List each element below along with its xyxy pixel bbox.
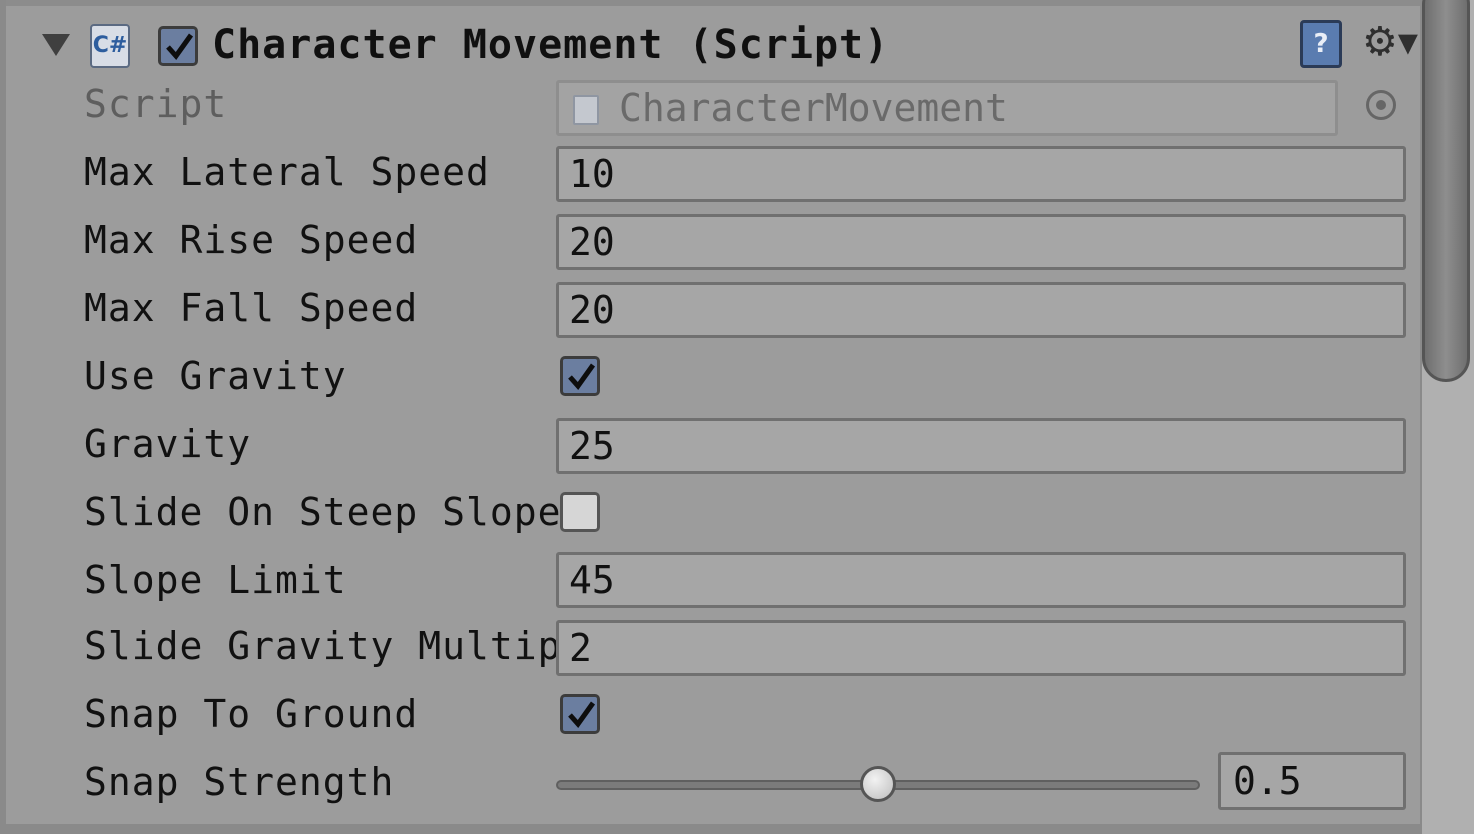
component-title: Character Movement (Script) bbox=[212, 22, 890, 68]
use-gravity-label: Use Gravity bbox=[84, 354, 347, 398]
snap-strength-input[interactable]: 0.5 bbox=[1218, 752, 1406, 810]
snap-strength-slider-handle[interactable] bbox=[860, 766, 896, 802]
checkmark-icon bbox=[568, 701, 596, 729]
script-value: CharacterMovement bbox=[619, 86, 1008, 130]
gear-icon[interactable]: ⚙▾ bbox=[1362, 20, 1418, 64]
help-book-icon[interactable]: ? bbox=[1300, 20, 1342, 68]
gravity-input[interactable]: 25 bbox=[556, 418, 1406, 474]
max-rise-speed-label: Max Rise Speed bbox=[84, 218, 419, 262]
snap-strength-label: Snap Strength bbox=[84, 760, 395, 804]
max-lateral-speed-label: Max Lateral Speed bbox=[84, 150, 490, 194]
scrollbar-thumb[interactable] bbox=[1422, 0, 1470, 382]
slope-limit-input[interactable]: 45 bbox=[556, 552, 1406, 608]
max-fall-speed-input[interactable]: 20 bbox=[556, 282, 1406, 338]
slide-on-steep-slope-checkbox[interactable] bbox=[560, 492, 600, 532]
object-picker-icon[interactable] bbox=[1366, 90, 1396, 120]
panel-top-border bbox=[6, 0, 1426, 6]
checkmark-icon bbox=[166, 33, 194, 61]
csharp-script-icon: C# bbox=[90, 24, 130, 68]
slide-gravity-multiplier-input[interactable]: 2 bbox=[556, 620, 1406, 676]
script-field[interactable]: CharacterMovement bbox=[556, 80, 1338, 136]
max-fall-speed-label: Max Fall Speed bbox=[84, 286, 419, 330]
use-gravity-checkbox[interactable] bbox=[560, 356, 600, 396]
slide-on-steep-slope-label: Slide On Steep Slope bbox=[84, 490, 562, 534]
script-file-icon bbox=[573, 95, 599, 125]
inspector-panel: C# Character Movement (Script) ? ⚙▾ Scri… bbox=[0, 0, 1426, 834]
max-rise-speed-input[interactable]: 20 bbox=[556, 214, 1406, 270]
max-lateral-speed-input[interactable]: 10 bbox=[556, 146, 1406, 202]
checkmark-icon bbox=[568, 363, 596, 391]
script-label: Script bbox=[84, 82, 228, 126]
slope-limit-label: Slope Limit bbox=[84, 558, 347, 602]
gravity-label: Gravity bbox=[84, 422, 252, 466]
snap-to-ground-label: Snap To Ground bbox=[84, 692, 419, 736]
snap-to-ground-checkbox[interactable] bbox=[560, 694, 600, 734]
slide-gravity-multiplier-label: Slide Gravity Multiplie bbox=[84, 624, 634, 668]
panel-bottom-border bbox=[6, 824, 1426, 834]
foldout-arrow-icon[interactable] bbox=[42, 34, 70, 56]
component-enabled-checkbox[interactable] bbox=[158, 26, 198, 66]
